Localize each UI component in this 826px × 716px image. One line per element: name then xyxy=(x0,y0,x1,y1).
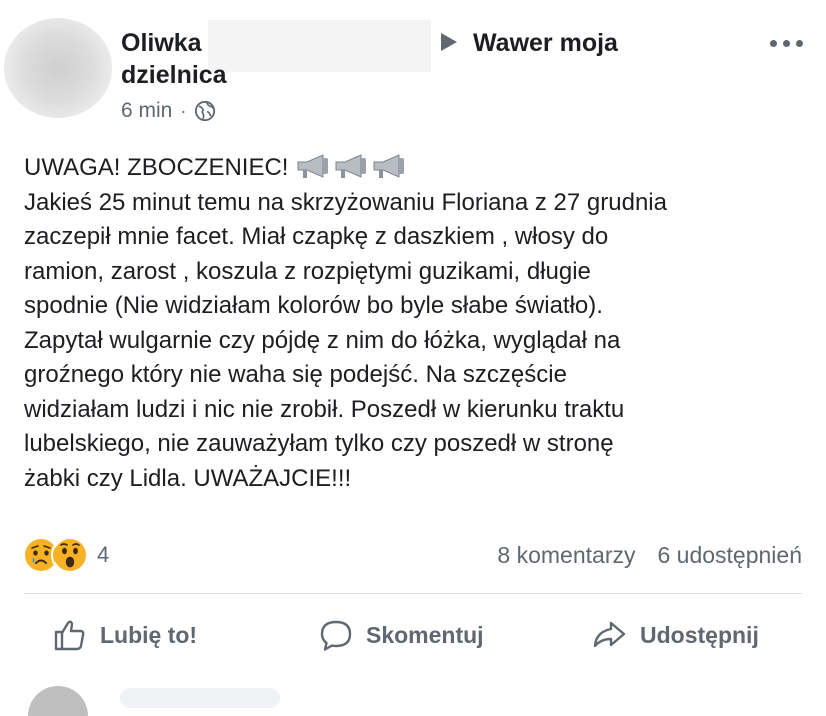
meta-separator: · xyxy=(180,100,187,121)
arrow-right-icon xyxy=(441,33,457,51)
post-meta: 6 min · xyxy=(121,96,216,126)
share-label: Udostępnij xyxy=(640,621,759,648)
post-body: UWAGA! ZBOCZENIEC! Jakieś 25 minut temu … xyxy=(24,151,814,496)
shares-count-link[interactable]: 6 udostępnień xyxy=(657,542,802,569)
post-line: ramion, zarost , koszula z rozpiętymi gu… xyxy=(24,257,591,285)
group-name[interactable]: Wawer moja xyxy=(473,26,618,60)
like-label: Lubię to! xyxy=(100,621,198,648)
comment-input[interactable] xyxy=(120,688,280,708)
post-line: widziałam ludzi i nic nie zrobił. Poszed… xyxy=(24,395,625,423)
post-line: spodnie (Nie widziałam kolorów bo byle s… xyxy=(24,292,603,319)
post-stats: 8 komentarzy 6 udostępnień xyxy=(497,537,802,573)
megaphone-icon xyxy=(335,154,367,178)
comments-count-link[interactable]: 8 komentarzy xyxy=(497,542,635,569)
reaction-count: 4 xyxy=(97,542,110,567)
comment-button[interactable]: Skomentuj xyxy=(318,615,484,655)
post-line: Jakieś 25 minut temu na skrzyżowaniu Flo… xyxy=(24,188,667,216)
post-line-headline: UWAGA! ZBOCZENIEC! xyxy=(24,151,814,186)
share-button[interactable]: Udostępnij xyxy=(592,615,759,655)
like-button[interactable]: Lubię to! xyxy=(52,615,197,655)
post-line: zaczepił mnie facet. Miał czapkę z daszk… xyxy=(24,223,609,250)
actions-divider xyxy=(24,593,802,594)
speech-bubble-icon xyxy=(320,620,352,651)
more-options-icon[interactable] xyxy=(770,36,806,50)
reactions-summary[interactable]: 4 xyxy=(22,536,110,574)
group-name-continued[interactable]: dzielnica xyxy=(121,60,227,90)
commenter-avatar xyxy=(28,686,88,716)
comment-label: Skomentuj xyxy=(366,621,484,648)
post-headline: UWAGA! ZBOCZENIEC! xyxy=(24,154,289,181)
post-line: żabki czy Lidla. UWAŻAJCIE!!! xyxy=(24,464,352,492)
post-line: groźnego który nie waha się podejść. Na … xyxy=(24,361,567,388)
author-avatar[interactable] xyxy=(4,18,112,118)
wow-reaction-icon xyxy=(51,536,89,574)
megaphone-icon xyxy=(373,154,405,178)
author-name[interactable]: Oliwka xyxy=(121,29,202,57)
post-line: Zapytał wulgarnie czy pójdę z nim do łóż… xyxy=(24,326,621,354)
megaphone-icon xyxy=(297,154,329,178)
post-timestamp[interactable]: 6 min xyxy=(121,99,172,123)
post-line: lubelskiego, nie zauważyłam tylko czy po… xyxy=(24,430,614,457)
thumbs-up-icon xyxy=(54,620,85,651)
redacted-author-surname xyxy=(208,20,431,72)
globe-icon[interactable] xyxy=(194,100,216,122)
share-arrow-icon xyxy=(593,621,626,648)
